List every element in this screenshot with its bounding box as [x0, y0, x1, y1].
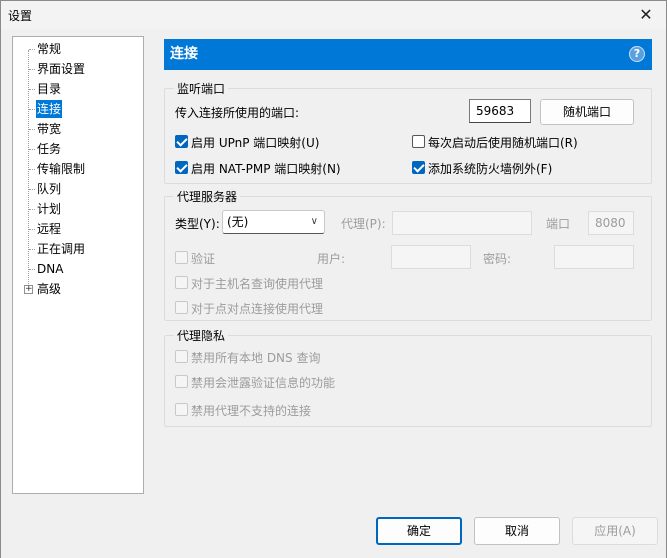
settings-window: 设置 ✕ 常规 界面设置 目录 连接 带宽 任务 传输限制 队列 计划 远程 正在调用 DNA + 高级 … — [0, 0, 667, 558]
tree-connector — [29, 109, 35, 110]
ok-button[interactable]: 确定 — [376, 517, 462, 545]
tree-connector — [29, 229, 35, 230]
help-icon[interactable]: ? — [629, 46, 645, 62]
tree-item[interactable]: 目录 — [13, 80, 143, 98]
tree-connector — [29, 209, 35, 210]
random-each-start-checkbox[interactable] — [412, 135, 425, 148]
tree-item[interactable]: 计划 — [13, 200, 143, 218]
tree-item[interactable]: DNA — [13, 260, 143, 278]
disable-dns-label: 禁用所有本地 DNS 查询 — [191, 351, 321, 365]
tree-item-label: 常规 — [37, 42, 62, 56]
random-each-start-label: 每次启动后使用随机端口(R) — [428, 136, 578, 150]
proxy-type-select[interactable]: (无) ∨ — [222, 210, 325, 234]
listen-port-group-title: 监听端口 — [174, 80, 229, 97]
random-port-button[interactable]: 随机端口 — [540, 99, 634, 125]
upnp-checkbox[interactable] — [175, 135, 188, 148]
tree-connector — [29, 269, 35, 270]
settings-tree: 常规界面设置目录连接带宽任务传输限制队列计划远程正在调用 DNA + 高级 — [12, 36, 144, 494]
tree-item-label: 计划 — [37, 202, 62, 216]
hostname-proxy-checkbox[interactable] — [175, 276, 188, 289]
disable-unsupported-checkbox[interactable] — [175, 403, 188, 416]
firewall-checkbox[interactable] — [412, 161, 425, 174]
tree-item[interactable]: + 高级 — [13, 280, 143, 298]
expand-plus-icon[interactable]: + — [24, 285, 33, 294]
tree-item-label: 队列 — [37, 182, 62, 196]
auth-checkbox[interactable] — [175, 251, 188, 264]
proxy-host-input[interactable] — [392, 211, 532, 235]
close-icon[interactable]: ✕ — [636, 5, 656, 25]
tree-item[interactable]: 界面设置 — [13, 60, 143, 78]
auth-label: 验证 — [191, 252, 216, 266]
tree-connector — [29, 49, 35, 50]
tree-connector — [29, 89, 35, 90]
hostname-proxy-label: 对于主机名查询使用代理 — [191, 277, 324, 291]
tree-item-label: 带宽 — [37, 122, 62, 136]
proxy-group-title: 代理服务器 — [174, 188, 241, 205]
tree-item[interactable]: 传输限制 — [13, 160, 143, 178]
tree-item[interactable]: 常规 — [13, 40, 143, 58]
tree-connector — [29, 129, 35, 130]
tree-item-label: 高级 — [37, 282, 62, 296]
p2p-proxy-checkbox[interactable] — [175, 301, 188, 314]
proxy-port-input[interactable]: 8080 — [588, 211, 634, 235]
apply-button[interactable]: 应用(A) — [572, 517, 658, 545]
port-input[interactable]: 59683 — [469, 99, 531, 123]
proxy-type-value: (无) — [227, 215, 249, 229]
section-title: 连接 — [170, 46, 198, 62]
cancel-button[interactable]: 取消 — [474, 517, 560, 545]
tree-item-label: DNA — [37, 262, 64, 276]
section-header: 连接 ? — [164, 39, 652, 70]
natpmp-label: 启用 NAT-PMP 端口映射(N) — [191, 162, 341, 176]
tree-item[interactable]: 带宽 — [13, 120, 143, 138]
disable-leak-label: 禁用会泄露验证信息的功能 — [191, 376, 336, 390]
tree-connector — [29, 169, 35, 170]
tree-item[interactable]: 连接 — [13, 100, 143, 118]
firewall-label: 添加系统防火墙例外(F) — [428, 162, 553, 176]
tree-item-label: 传输限制 — [37, 162, 86, 176]
upnp-label: 启用 UPnP 端口映射(U) — [191, 136, 320, 150]
proxy-password-input[interactable] — [554, 245, 634, 269]
tree-item-label: 远程 — [37, 222, 62, 236]
p2p-proxy-label: 对于点对点连接使用代理 — [191, 302, 324, 316]
natpmp-checkbox[interactable] — [175, 161, 188, 174]
footer-bar — [1, 506, 666, 558]
disable-dns-checkbox[interactable] — [175, 350, 188, 363]
proxy-user-input[interactable] — [391, 245, 471, 269]
disable-leak-checkbox[interactable] — [175, 375, 188, 388]
proxy-port-label: 端口 — [546, 217, 571, 231]
tree-item-label: 任务 — [37, 142, 62, 156]
tree-connector — [29, 69, 35, 70]
disable-unsupported-label: 禁用代理不支持的连接 — [191, 404, 312, 418]
tree-item[interactable]: 任务 — [13, 140, 143, 158]
privacy-group-title: 代理隐私 — [174, 327, 229, 344]
tree-item-label: 界面设置 — [37, 62, 86, 76]
tree-connector — [29, 249, 35, 250]
tree-item-label: 目录 — [37, 82, 62, 96]
tree-item[interactable]: 正在调用 — [13, 240, 143, 258]
tree-item[interactable]: 远程 — [13, 220, 143, 238]
proxy-type-label: 类型(Y): — [175, 217, 220, 231]
tree-item[interactable]: 队列 — [13, 180, 143, 198]
tree-item-label: 连接 — [36, 100, 63, 118]
proxy-user-label: 用户: — [317, 252, 346, 266]
proxy-host-label: 代理(P): — [341, 217, 386, 231]
tree-connector — [29, 149, 35, 150]
window-title: 设置 — [8, 9, 33, 23]
proxy-password-label: 密码: — [483, 252, 512, 266]
title-bar: 设置 ✕ — [1, 1, 666, 29]
tree-item-label: 正在调用 — [37, 242, 86, 256]
port-label: 传入连接所使用的端口: — [175, 106, 300, 120]
chevron-down-icon: ∨ — [310, 216, 318, 227]
tree-connector — [29, 189, 35, 190]
